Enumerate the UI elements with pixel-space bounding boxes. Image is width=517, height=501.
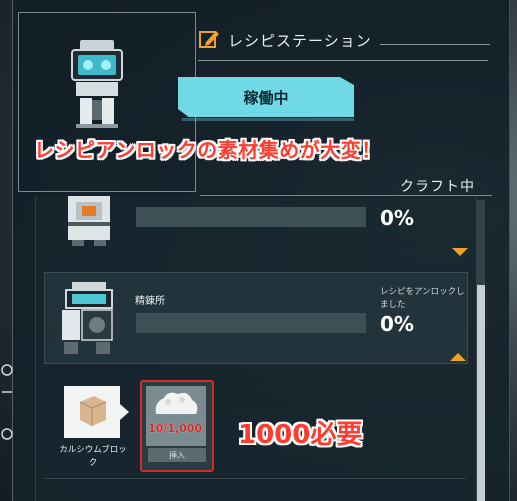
required-amount-annotation: 1000必要 [238, 420, 363, 450]
edit-note-icon [199, 31, 219, 48]
cube-icon [79, 396, 107, 426]
station-title-text: レシピステーション [228, 32, 372, 50]
side-tools-icon [1, 364, 13, 440]
recipe-unlocked-note: レシピをアンロックしました [380, 287, 465, 310]
crafting-item-name: 精錬所 [135, 296, 165, 307]
crafting-item-progress-bar [136, 207, 366, 227]
station-title: レシピステーション [198, 28, 488, 52]
crafting-item-percent: 0% [380, 206, 414, 230]
refinery-percent: 0% [380, 312, 414, 336]
refinery-robot-icon [62, 282, 113, 354]
calcium-ore-icon [146, 386, 206, 446]
scrollbar-track[interactable] [477, 200, 485, 285]
material-count: 10/1,000 [148, 422, 203, 435]
insert-button[interactable]: 挿入 [148, 448, 206, 462]
list-bottom-divider [44, 478, 466, 479]
material-name: カルシウムブロック [59, 445, 127, 468]
ore-rock-icon [155, 392, 198, 414]
expand-arrow-icon[interactable] [452, 248, 468, 256]
crafting-item-robot-icon [68, 196, 110, 246]
scrollbar-thumb[interactable] [477, 285, 485, 501]
recipe-station-robot-icon [71, 40, 123, 128]
collapse-arrow-icon[interactable] [450, 353, 466, 361]
crafting-section-label: クラフト中 [400, 179, 475, 195]
operating-status-button[interactable]: 稼働中 [178, 77, 354, 117]
refinery-progress-bar [136, 313, 366, 333]
title-divider-top [380, 44, 490, 45]
caption-banner: レシピアンロックの素材集めが大変！ [34, 138, 382, 162]
status-button-underline [182, 118, 354, 121]
title-divider [198, 60, 488, 61]
calcium-block-material-icon [64, 386, 120, 438]
material-arrow-icon [120, 404, 129, 420]
